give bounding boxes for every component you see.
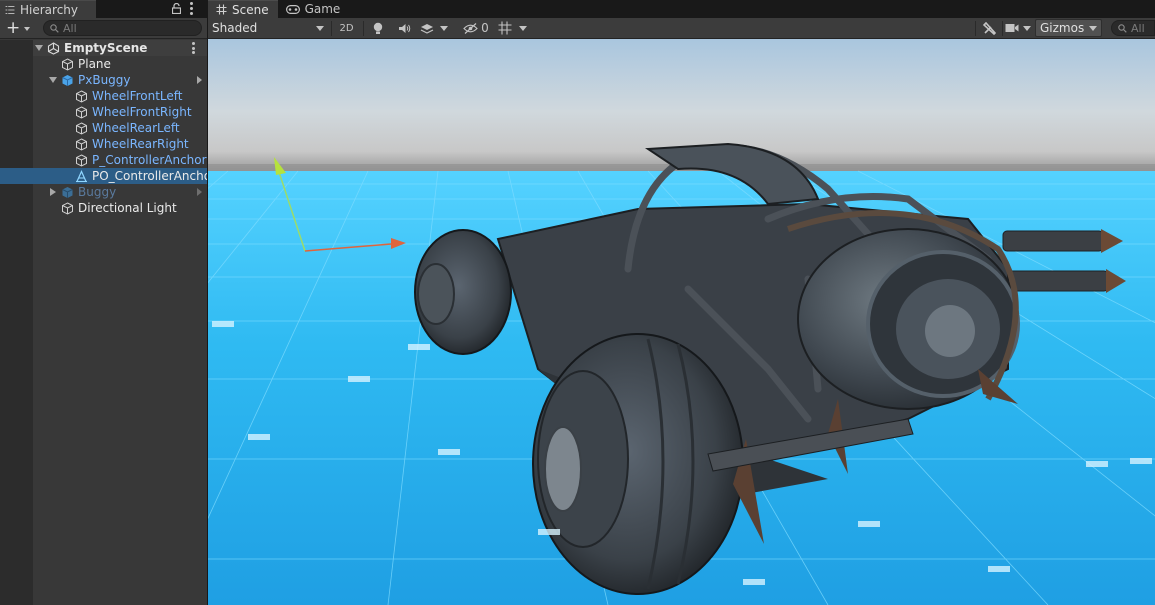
grid-icon (216, 4, 227, 15)
prefab-icon (62, 187, 73, 198)
audio-toggle[interactable] (394, 19, 414, 37)
scene-toolbar: Shaded 2D 0 Gizmos All (208, 18, 1155, 39)
gameobject-icon (76, 90, 87, 103)
hierarchy-tab-label: Hierarchy (20, 2, 79, 17)
prefab-icon (62, 75, 73, 86)
chevron-down-icon (1023, 25, 1031, 31)
gameobject-icon (76, 154, 87, 167)
tab-game[interactable]: Game (278, 0, 350, 18)
scene-render[interactable] (208, 39, 1155, 605)
chevron-down-icon (24, 27, 31, 31)
camera-icon (1005, 24, 1019, 32)
hierarchy-item-p-controlleranchor[interactable]: P_ControllerAnchor (0, 152, 207, 168)
hierarchy-item-wheelfrontleft[interactable]: WheelFrontLeft (0, 88, 207, 104)
toggle-2d-button[interactable]: 2D (335, 19, 358, 37)
chevron-down-icon (440, 25, 448, 31)
eye-slash-icon (463, 22, 478, 34)
chevron-down-icon[interactable] (49, 77, 57, 83)
tab-label: Game (304, 2, 341, 16)
item-label: WheelFrontRight (92, 105, 192, 119)
toolbar-separator (363, 21, 364, 36)
grid-snapping-dropdown[interactable] (496, 19, 538, 37)
hierarchy-toolbar: + All (0, 18, 207, 39)
hierarchy-tab[interactable]: Hierarchy (0, 0, 96, 18)
gamepad-icon (285, 4, 300, 14)
chevron-right-icon[interactable] (50, 188, 56, 196)
search-placeholder: All (63, 21, 77, 35)
shading-mode-label: Shaded (212, 21, 258, 35)
unity-scene-icon (47, 42, 60, 55)
gameobject-icon (62, 58, 73, 71)
tab-scene[interactable]: Scene (208, 0, 278, 18)
chevron-right-icon[interactable] (197, 76, 202, 84)
chevron-down-icon (519, 25, 527, 31)
gameobject-icon (62, 202, 73, 215)
item-label: PO_ControllerAncho (92, 169, 212, 183)
search-icon (50, 23, 59, 33)
hidden-count: 0 (481, 21, 489, 35)
scene-viewport[interactable] (208, 39, 1155, 605)
layers-icon (420, 24, 434, 34)
hierarchy-item-buggy[interactable]: Buggy (0, 184, 207, 200)
hierarchy-item-directional-light[interactable]: Directional Light (0, 200, 207, 216)
item-label: WheelRearRight (92, 137, 189, 151)
lightbulb-icon (373, 22, 383, 34)
hidden-objects-toggle[interactable]: 0 (461, 19, 491, 37)
hierarchy-tabbar: Hierarchy (0, 0, 207, 18)
item-label: Directional Light (78, 201, 177, 215)
hierarchy-panel: Hierarchy + All EmptyScene Plane PxBuggy… (0, 0, 211, 605)
scene-search-input[interactable]: All (1111, 20, 1155, 36)
toolbar-separator (331, 21, 332, 36)
scene-tabbar: Scene Game (208, 0, 1155, 18)
hierarchy-tree: EmptyScene Plane PxBuggy WheelFrontLeft (0, 39, 211, 216)
search-icon (1118, 23, 1127, 33)
search-placeholder: All (1131, 21, 1145, 35)
plus-icon: + (6, 17, 21, 38)
hierarchy-item-wheelfrontright[interactable]: WheelFrontRight (0, 104, 207, 120)
chevron-down-icon (1089, 25, 1097, 31)
more-options-icon[interactable] (189, 2, 193, 15)
gizmos-label: Gizmos (1040, 21, 1085, 35)
tools-button[interactable] (978, 19, 1000, 37)
shading-mode-dropdown[interactable]: Shaded (208, 19, 328, 37)
item-label: P_ControllerAnchor (92, 153, 207, 167)
toolbar-separator (975, 21, 976, 36)
effects-dropdown[interactable] (420, 19, 452, 37)
lock-icon[interactable] (172, 3, 181, 14)
scene-panel: Scene Game Shaded 2D 0 Gizmos All (208, 0, 1155, 605)
grid-snap-icon (498, 21, 512, 35)
more-options-icon[interactable] (192, 42, 195, 54)
scene-label: EmptyScene (64, 41, 148, 55)
toggle-2d-label: 2D (339, 22, 354, 34)
item-label: Buggy (78, 185, 117, 199)
hierarchy-item-plane[interactable]: Plane (0, 56, 207, 72)
chevron-right-icon[interactable] (197, 188, 202, 196)
lighting-toggle[interactable] (368, 19, 388, 37)
hierarchy-item-pxbuggy[interactable]: PxBuggy (0, 72, 207, 88)
anchor-icon (76, 170, 87, 183)
gameobject-icon (76, 122, 87, 135)
hierarchy-item-po-controlleranchor[interactable]: PO_ControllerAncho (0, 168, 211, 184)
hierarchy-item-wheelrearright[interactable]: WheelRearRight (0, 136, 207, 152)
item-label: WheelFrontLeft (92, 89, 183, 103)
hierarchy-search-input[interactable]: All (43, 20, 202, 36)
gameobject-icon (76, 106, 87, 119)
item-label: Plane (78, 57, 111, 71)
hierarchy-gutter (0, 216, 33, 605)
camera-settings-dropdown[interactable] (1005, 19, 1033, 37)
item-label: WheelRearLeft (92, 121, 180, 135)
gameobject-icon (76, 138, 87, 151)
hierarchy-item-emptyscene[interactable]: EmptyScene (0, 40, 207, 56)
hierarchy-item-wheelrearleft[interactable]: WheelRearLeft (0, 120, 207, 136)
chevron-down-icon[interactable] (35, 45, 43, 51)
gizmos-dropdown[interactable]: Gizmos (1035, 19, 1102, 37)
chevron-down-icon (316, 25, 324, 31)
wrench-icon (982, 21, 996, 35)
speaker-icon (398, 23, 410, 33)
create-button[interactable]: + (0, 19, 36, 38)
toolbar-separator (1002, 21, 1003, 36)
tab-label: Scene (232, 2, 269, 17)
list-icon (5, 5, 15, 14)
item-label: PxBuggy (78, 73, 131, 87)
